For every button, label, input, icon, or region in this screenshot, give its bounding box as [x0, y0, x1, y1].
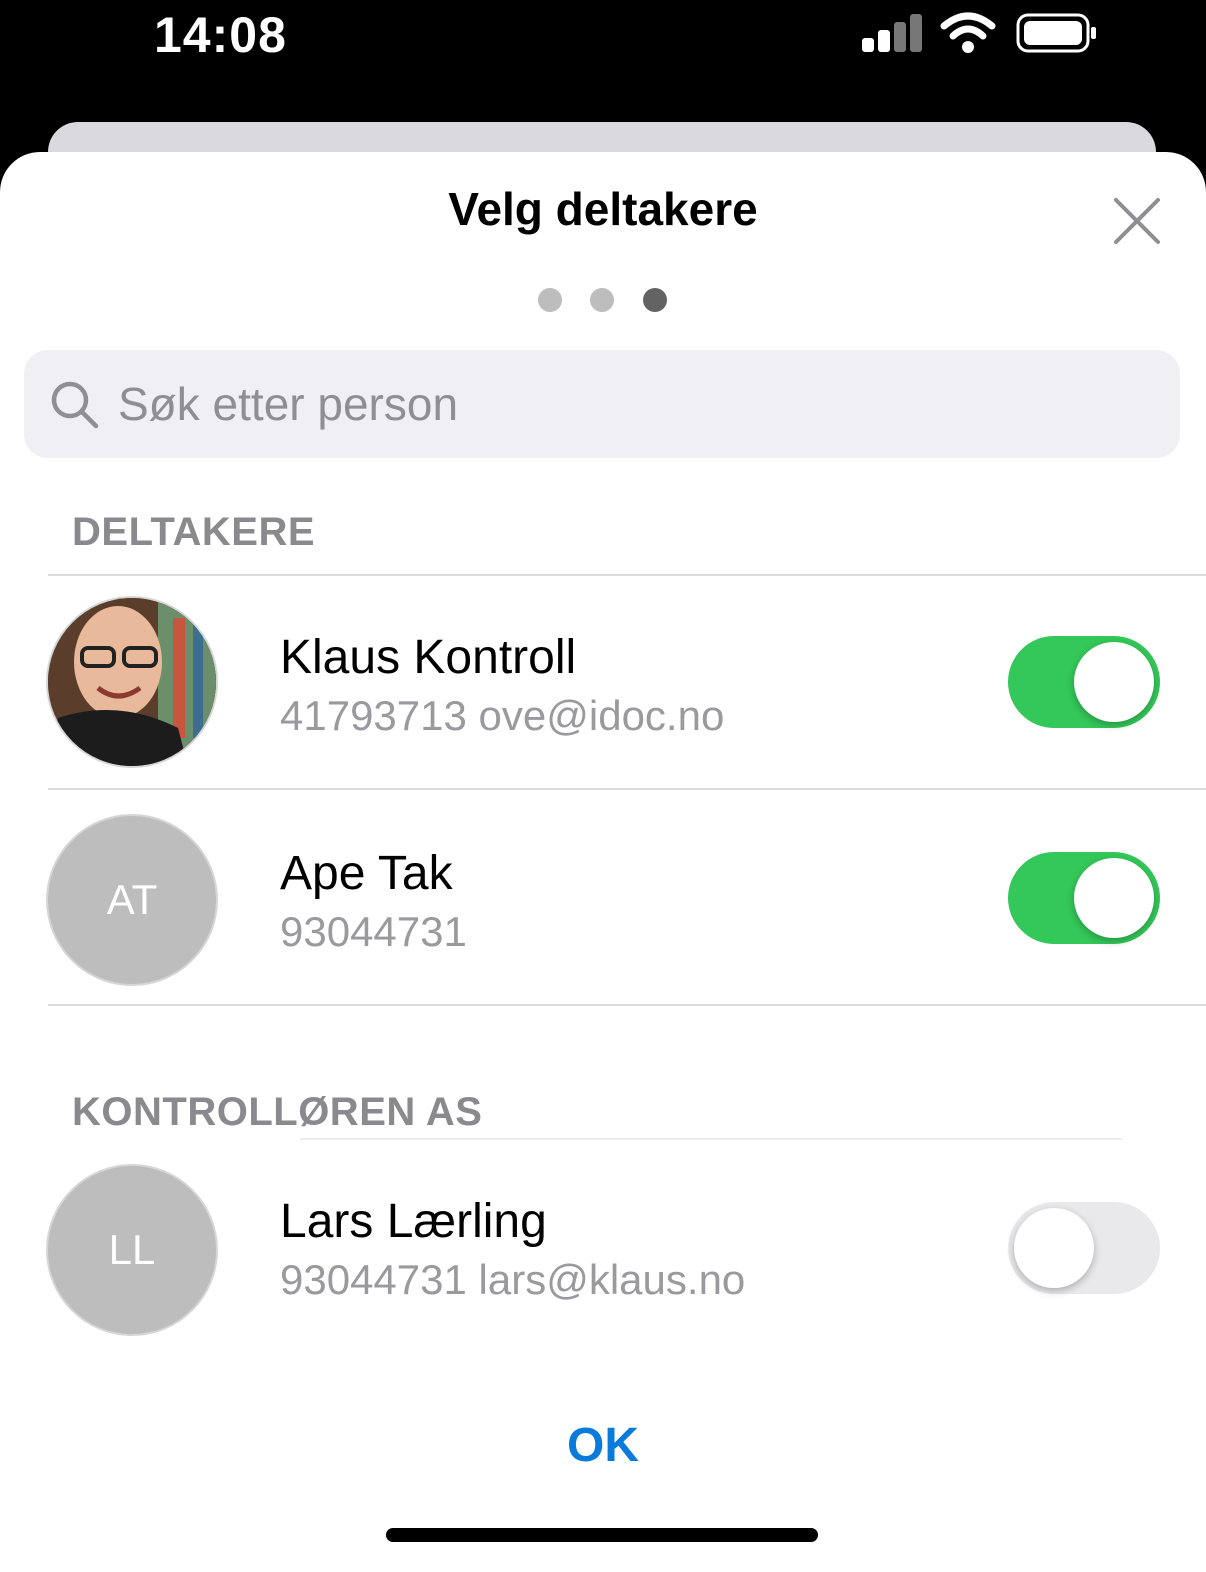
participant-toggle[interactable] — [1008, 636, 1160, 728]
search-input[interactable] — [118, 350, 1158, 458]
search-icon — [51, 381, 99, 429]
status-bar: 14:08 — [0, 0, 1206, 80]
participant-detail: 41793713 ove@idoc.no — [280, 692, 725, 739]
section-header-deltakere: DELTAKERE — [72, 510, 316, 554]
avatar: LL — [48, 1166, 216, 1334]
participant-detail: 93044731 — [280, 908, 467, 955]
divider — [300, 1138, 1122, 1140]
ok-button[interactable]: OK — [503, 1412, 703, 1478]
participants-sheet: Velg deltakere DELTAKERE — [0, 152, 1206, 1572]
participant-toggle[interactable] — [1008, 852, 1160, 944]
participant-row[interactable]: AT Ape Tak 93044731 — [0, 792, 1206, 992]
participant-detail: 93044731 lars@klaus.no — [280, 1256, 746, 1303]
search-bar[interactable] — [24, 350, 1180, 458]
participant-name: Ape Tak — [280, 847, 453, 900]
page-dot — [538, 288, 562, 312]
home-indicator — [386, 1528, 818, 1542]
toggle-knob — [1014, 1208, 1094, 1288]
participant-name: Klaus Kontroll — [280, 631, 577, 684]
close-icon[interactable] — [1108, 192, 1166, 250]
page-dot-active — [643, 288, 667, 312]
avatar-photo — [48, 598, 216, 766]
battery-icon — [1016, 13, 1096, 53]
page-dot — [590, 288, 614, 312]
toggle-knob — [1074, 858, 1154, 938]
cellular-signal-icon — [862, 14, 922, 52]
wifi-icon — [940, 12, 996, 53]
avatar — [48, 598, 216, 766]
participant-row[interactable]: LL Lars Lærling 93044731 lars@klaus.no — [0, 1142, 1206, 1342]
participant-toggle[interactable] — [1008, 1202, 1160, 1294]
divider — [48, 788, 1206, 790]
toggle-knob — [1074, 642, 1154, 722]
avatar: AT — [48, 816, 216, 984]
participant-name: Lars Lærling — [280, 1195, 547, 1248]
sheet-title: Velg deltakere — [448, 183, 758, 235]
participant-row[interactable]: Klaus Kontroll 41793713 ove@idoc.no — [0, 578, 1206, 778]
divider — [48, 574, 1206, 576]
status-time: 14:08 — [154, 7, 287, 63]
page-indicator — [538, 288, 678, 312]
section-header-company: KONTROLLØREN AS — [72, 1090, 483, 1134]
divider — [48, 1004, 1206, 1006]
